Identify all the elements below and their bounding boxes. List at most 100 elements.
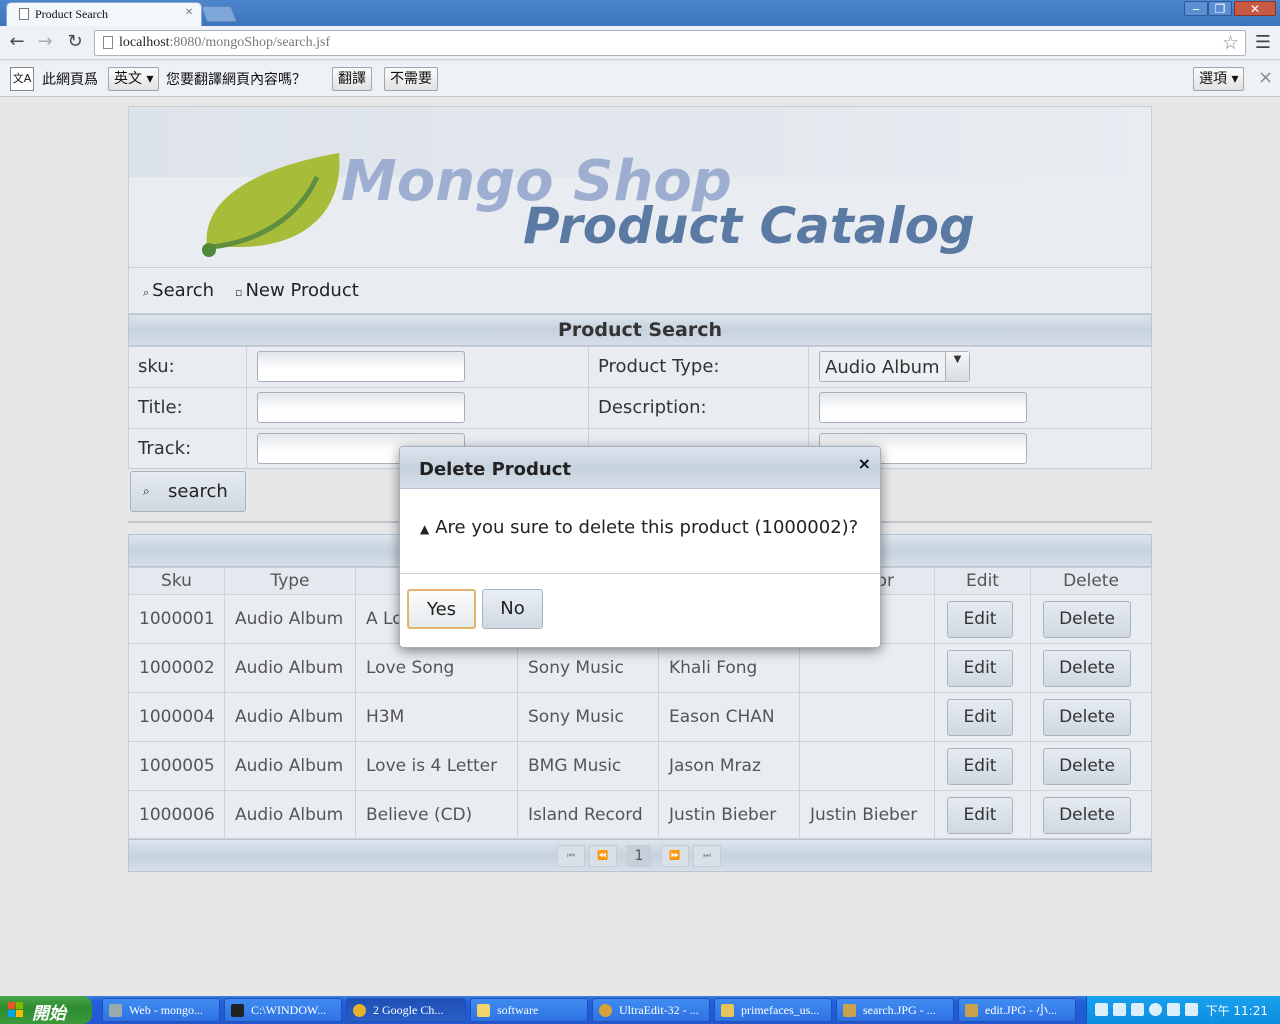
- table-cell: BMG Music: [518, 742, 659, 791]
- taskbar-item[interactable]: software: [470, 998, 588, 1022]
- table-cell: Justin Bieber: [659, 791, 800, 840]
- new-tab-button[interactable]: [201, 6, 237, 22]
- search-button[interactable]: ⌕ search: [130, 471, 246, 512]
- forward-arrow-icon[interactable]: →: [34, 31, 56, 53]
- table-cell: 1000004: [129, 693, 225, 742]
- edit-button[interactable]: Edit: [947, 601, 1013, 638]
- language-select[interactable]: 英文 ▾: [108, 67, 160, 91]
- translate-button[interactable]: 翻譯: [332, 67, 372, 91]
- search-panel-header: Product Search: [128, 314, 1152, 346]
- keyboard-icon[interactable]: [1095, 1003, 1108, 1016]
- folder-icon: [477, 1004, 490, 1017]
- edit-button[interactable]: Edit: [947, 699, 1013, 736]
- menu-item-new-product[interactable]: ▫ New Product: [235, 280, 359, 301]
- table-cell: Island Record: [518, 791, 659, 840]
- delete-button[interactable]: Delete: [1043, 797, 1131, 834]
- pen-icon[interactable]: [1131, 1003, 1144, 1016]
- edit-button[interactable]: Edit: [947, 797, 1013, 834]
- address-bar[interactable]: localhost:8080/mongoShop/search.jsf ☆: [94, 30, 1246, 56]
- window-close-button[interactable]: ✕: [1234, 1, 1276, 16]
- edit-button[interactable]: Edit: [947, 650, 1013, 687]
- table-cell: 1000005: [129, 742, 225, 791]
- restore-button[interactable]: ❐: [1208, 1, 1232, 16]
- url-text: localhost:8080/mongoShop/search.jsf: [119, 35, 331, 50]
- gear-icon: [109, 1004, 122, 1017]
- dialog-title: Delete Product: [419, 459, 572, 480]
- yes-button[interactable]: Yes: [407, 589, 476, 629]
- browser-tab-active[interactable]: Product Search ×: [6, 2, 202, 26]
- table-cell: Audio Album: [225, 693, 356, 742]
- track-label: Track:: [138, 438, 192, 459]
- table-cell: [800, 644, 935, 693]
- translate-question: 您要翻譯網頁內容嗎？: [166, 72, 306, 88]
- chevron-left-icon[interactable]: [1149, 1003, 1162, 1016]
- tab-close-icon[interactable]: ×: [185, 5, 193, 21]
- description-input[interactable]: [819, 392, 1027, 423]
- last-page-icon[interactable]: ⏭: [693, 845, 721, 867]
- translate-close-icon[interactable]: ×: [1258, 67, 1273, 88]
- chrome-icon: [353, 1004, 366, 1017]
- table-cell: Believe (CD): [356, 791, 518, 840]
- taskbar-item[interactable]: search.JPG - ...: [836, 998, 954, 1022]
- logo-subtitle: Product Catalog: [523, 197, 975, 255]
- start-button[interactable]: 開始: [0, 996, 92, 1024]
- translate-icon: 文A: [10, 67, 34, 91]
- help-icon[interactable]: [1113, 1003, 1126, 1016]
- column-header-type[interactable]: Type: [225, 568, 356, 595]
- translate-bar: 文A 此網頁爲 英文 ▾ 您要翻譯網頁內容嗎？ 翻譯 不需要 選項 ▾ ×: [0, 61, 1280, 97]
- taskbar-item[interactable]: C:\WINDOW...: [224, 998, 342, 1022]
- taskbar-item[interactable]: UltraEdit-32 - ...: [592, 998, 710, 1022]
- vm-icon[interactable]: [1185, 1003, 1198, 1016]
- close-icon[interactable]: ×: [858, 454, 871, 473]
- taskbar-item[interactable]: Web - mongo...: [102, 998, 220, 1022]
- table-cell: Audio Album: [225, 791, 356, 840]
- table-cell: [800, 693, 935, 742]
- first-page-icon[interactable]: ⏮: [557, 845, 585, 867]
- search-icon: ⌕: [143, 286, 150, 299]
- prev-page-icon[interactable]: ⏪: [589, 845, 617, 867]
- table-cell: Love is 4 Letter: [356, 742, 518, 791]
- banner: Mongo Shop Product Catalog: [128, 106, 1152, 268]
- translate-dismiss-button[interactable]: 不需要: [384, 67, 438, 91]
- table-cell: Audio Album: [225, 595, 356, 644]
- taskbar-item[interactable]: edit.JPG - 小...: [958, 998, 1076, 1022]
- translate-options-button[interactable]: 選項 ▾: [1193, 67, 1245, 91]
- delete-button[interactable]: Delete: [1043, 699, 1131, 736]
- delete-button[interactable]: Delete: [1043, 650, 1131, 687]
- column-header-sku[interactable]: Sku: [129, 568, 225, 595]
- taskbar-item[interactable]: 2 Google Ch...: [346, 998, 466, 1022]
- taskbar-item[interactable]: primefaces_us...: [714, 998, 832, 1022]
- product-type-select[interactable]: Audio Album ▼: [819, 351, 970, 382]
- bookmark-star-icon[interactable]: ☆: [1222, 32, 1239, 54]
- product-type-label: Product Type:: [598, 356, 720, 377]
- title-input[interactable]: [257, 392, 465, 423]
- table-cell: Khali Fong: [659, 644, 800, 693]
- delete-button[interactable]: Delete: [1043, 748, 1131, 785]
- column-header-delete: Delete: [1031, 568, 1151, 595]
- chevron-down-icon[interactable]: ▼: [945, 352, 969, 381]
- dialog-message: ▲ Are you sure to delete this product (10…: [420, 517, 859, 538]
- delete-button[interactable]: Delete: [1043, 601, 1131, 638]
- edit-button[interactable]: Edit: [947, 748, 1013, 785]
- page-number-button[interactable]: 1: [627, 845, 651, 867]
- system-tray: 下午 11:21: [1086, 996, 1280, 1024]
- windows-flag-icon: [8, 1002, 23, 1017]
- next-page-icon[interactable]: ⏩: [661, 845, 689, 867]
- no-button[interactable]: No: [482, 589, 543, 629]
- page-icon: [103, 36, 113, 49]
- sku-input[interactable]: [257, 351, 465, 382]
- leaf-logo-icon: [202, 153, 340, 257]
- chrome-menu-icon[interactable]: ☰: [1254, 32, 1272, 53]
- reload-icon[interactable]: ↻: [64, 31, 86, 53]
- column-header-edit: Edit: [935, 568, 1031, 595]
- table-cell: Love Song: [356, 644, 518, 693]
- table-cell: Justin Bieber: [800, 791, 935, 840]
- menu-item-search[interactable]: ⌕ Search: [143, 280, 214, 301]
- back-arrow-icon[interactable]: ←: [6, 31, 28, 53]
- divider: [400, 573, 880, 574]
- image-icon: [843, 1004, 856, 1017]
- network-icon[interactable]: [1167, 1003, 1180, 1016]
- minimize-button[interactable]: ‒: [1184, 1, 1208, 16]
- document-icon: ▫: [235, 286, 243, 299]
- search-icon: ⌕: [143, 484, 150, 498]
